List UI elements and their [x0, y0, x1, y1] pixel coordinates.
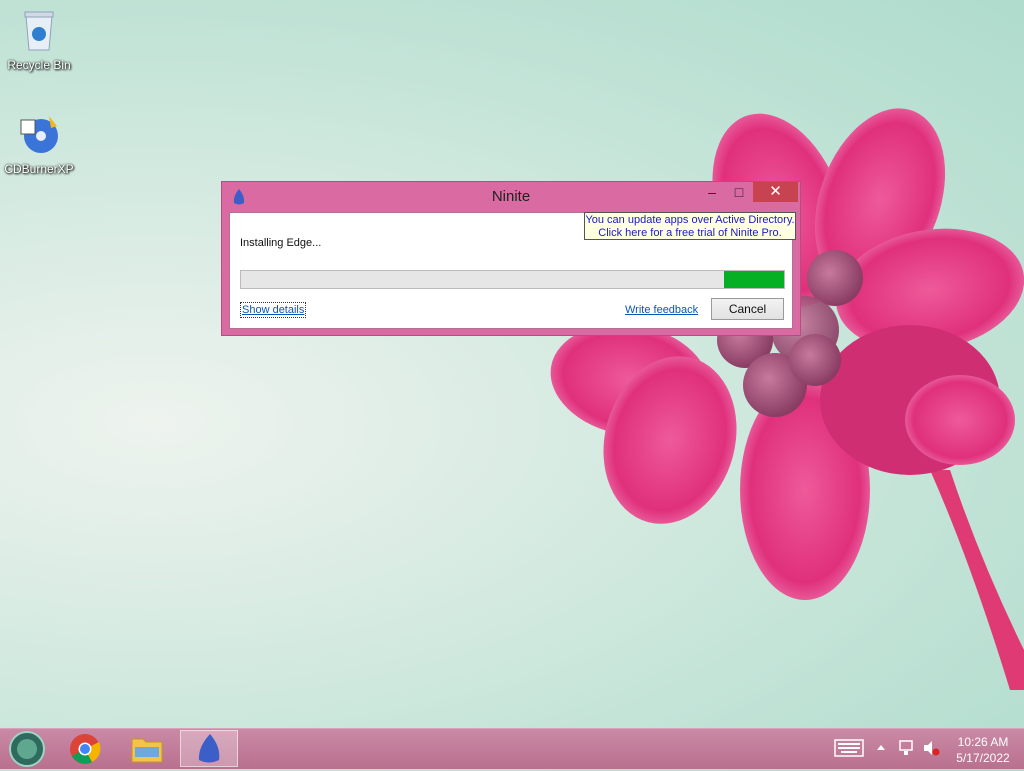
- cdburnerxp-icon: [20, 116, 58, 153]
- desktop-icon-label: Recycle Bin: [7, 58, 71, 72]
- system-clock[interactable]: 10:26 AM 5/17/2022: [948, 734, 1018, 766]
- cancel-button[interactable]: Cancel: [711, 298, 784, 320]
- ninite-window: Ninite – □ ✕ Installing Edge... You can …: [221, 181, 801, 336]
- desktop-icon-label: CDBurnerXP: [4, 162, 74, 176]
- clock-date: 5/17/2022: [956, 751, 1010, 765]
- start-orb-icon: [9, 731, 45, 767]
- wallpaper-flower: [550, 108, 1024, 690]
- minimize-button[interactable]: –: [698, 182, 726, 202]
- desktop-icon-cdburnerxp[interactable]: CDBurnerXP: [0, 112, 78, 176]
- title-bar[interactable]: Ninite – □ ✕: [222, 182, 800, 212]
- chrome-icon: [70, 734, 101, 764]
- taskbar-item-chrome[interactable]: [56, 730, 114, 767]
- tooltip-line-2: Click here for a free trial of Ninite Pr…: [598, 227, 782, 239]
- taskbar: 10:26 AM 5/17/2022: [0, 728, 1024, 769]
- maximize-button[interactable]: □: [725, 182, 753, 202]
- taskbar-item-file-explorer[interactable]: [118, 730, 176, 767]
- close-button[interactable]: ✕: [753, 182, 798, 202]
- ninite-pro-promo-tooltip[interactable]: You can update apps over Active Director…: [584, 212, 796, 240]
- show-details-link[interactable]: Show details: [239, 302, 307, 318]
- ninite-icon: [198, 734, 220, 763]
- window-content: Installing Edge... You can update apps o…: [229, 212, 796, 329]
- clock-time: 10:26 AM: [957, 735, 1009, 749]
- start-button[interactable]: [0, 730, 58, 767]
- show-hidden-icons-chevron[interactable]: [876, 743, 886, 751]
- tooltip-line-1: You can update apps over Active Director…: [585, 214, 795, 226]
- write-feedback-link[interactable]: Write feedback: [625, 304, 698, 316]
- network-icon[interactable]: [898, 739, 916, 757]
- install-status-text: Installing Edge...: [240, 237, 322, 249]
- volume-muted-icon[interactable]: [922, 739, 940, 757]
- keyboard-icon[interactable]: [834, 739, 864, 757]
- progress-fill: [724, 271, 784, 288]
- recycle-bin-icon: [24, 11, 54, 51]
- desktop-icon-recycle-bin[interactable]: Recycle Bin: [0, 8, 78, 72]
- install-progress-bar: [240, 270, 785, 289]
- taskbar-item-ninite[interactable]: [180, 730, 238, 767]
- folder-icon: [131, 738, 163, 763]
